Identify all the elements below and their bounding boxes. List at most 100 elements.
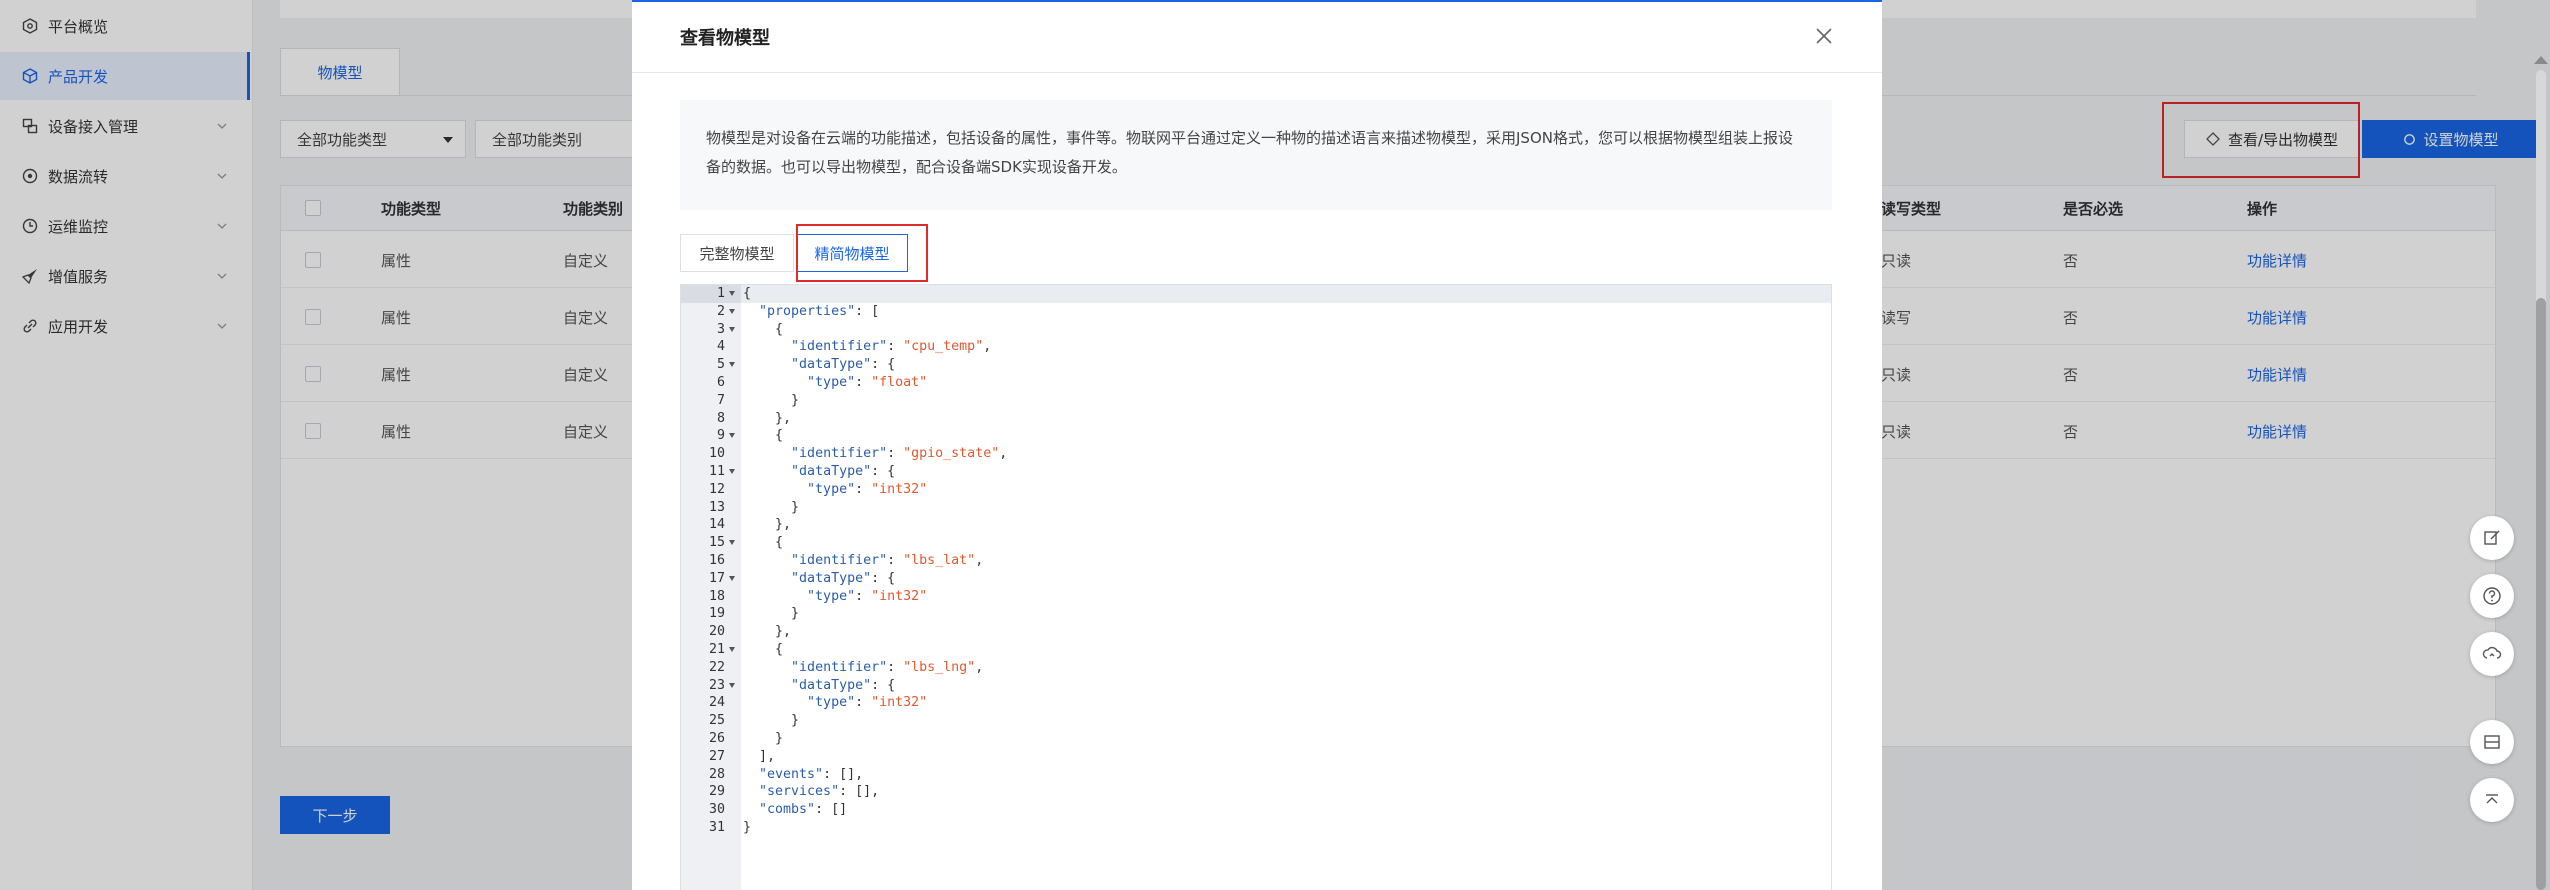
fold-arrow-icon[interactable] xyxy=(729,540,735,546)
back-to-top-icon xyxy=(2486,794,2498,804)
code-line: 2 "properties": [ xyxy=(681,303,1831,321)
description-line-2: 备的数据。也可以导出物模型，配合设备端SDK实现设备开发。 xyxy=(706,158,1127,176)
line-number: 3 xyxy=(716,321,725,337)
line-number: 11 xyxy=(708,464,725,479)
code-line: 6 "type": "float" xyxy=(681,374,1831,392)
line-number: 10 xyxy=(708,446,725,462)
line-number: 29 xyxy=(708,784,725,800)
code-line: 19 } xyxy=(681,605,1831,623)
line-number: 31 xyxy=(708,820,725,835)
help-tool-button[interactable] xyxy=(2470,574,2514,618)
line-number: 13 xyxy=(708,499,725,515)
code-text: "type": "int32" xyxy=(807,695,928,711)
line-number: 12 xyxy=(708,481,725,497)
code-line: 24 "type": "int32" xyxy=(681,694,1831,712)
code-text: }, xyxy=(743,624,792,640)
code-line: 4 "identifier": "cpu_temp", xyxy=(681,338,1831,356)
code-line: 12 "type": "int32" xyxy=(681,481,1831,499)
view-model-modal: 查看物模型 物模型是对设备在云端的功能描述，包括设备的属性，事件等。物联网平台通… xyxy=(632,0,1882,890)
code-line: 17 "dataType": { xyxy=(681,570,1831,588)
code-line: 15 { xyxy=(681,534,1831,552)
fold-arrow-icon[interactable] xyxy=(729,326,735,332)
code-line: 30 "combs": [] xyxy=(681,801,1831,819)
description-line-1: 物模型是对设备在云端的功能描述，包括设备的属性，事件等。物联网平台通过定义一种物… xyxy=(706,129,1793,147)
line-number: 6 xyxy=(716,375,725,390)
code-line: 3 { xyxy=(681,321,1831,339)
line-number: 19 xyxy=(708,606,725,622)
code-line: 26 } xyxy=(681,730,1831,748)
line-number: 7 xyxy=(716,392,725,408)
help-icon xyxy=(2483,587,2501,605)
line-number: 1 xyxy=(716,286,725,301)
code-text: "type": "int32" xyxy=(807,481,928,497)
line-number: 22 xyxy=(708,659,725,675)
line-number: 30 xyxy=(708,802,725,818)
code-line: 13 } xyxy=(681,499,1831,517)
panel-tool-button[interactable] xyxy=(2470,720,2514,764)
line-number: 16 xyxy=(708,553,725,568)
fold-arrow-icon[interactable] xyxy=(729,291,735,296)
scroll-up-arrow[interactable] xyxy=(2534,56,2548,64)
code-text: "dataType": { xyxy=(791,677,896,693)
highlight-box-simple-tab xyxy=(796,224,928,282)
code-text: "type": "float" xyxy=(807,375,928,390)
line-number: 4 xyxy=(716,339,725,355)
fold-arrow-icon[interactable] xyxy=(729,469,735,474)
fold-arrow-icon[interactable] xyxy=(729,308,735,314)
code-line: 16 "identifier": "lbs_lat", xyxy=(681,552,1831,570)
code-text: }, xyxy=(743,517,792,533)
json-code-editor[interactable]: 1{2 "properties": [3 {4 "identifier": "c… xyxy=(680,284,1832,890)
code-line: 9 { xyxy=(681,427,1831,445)
panel-icon xyxy=(2484,735,2500,749)
fold-arrow-icon[interactable] xyxy=(729,575,735,581)
cloud-tool-button[interactable] xyxy=(2470,632,2514,676)
code-line: 8 }, xyxy=(681,410,1831,428)
code-text: } xyxy=(743,713,800,729)
code-line: 5 "dataType": { xyxy=(681,356,1831,374)
line-number: 8 xyxy=(716,410,725,426)
code-line: 23 "dataType": { xyxy=(681,677,1831,695)
code-text: "services": [], xyxy=(759,784,880,800)
code-text: "dataType": { xyxy=(791,464,896,479)
fold-arrow-icon[interactable] xyxy=(729,682,735,688)
code-line: 14 }, xyxy=(681,516,1831,534)
code-text: { xyxy=(743,642,784,657)
fold-arrow-icon[interactable] xyxy=(729,433,735,439)
line-number: 24 xyxy=(708,695,725,711)
code-text: ], xyxy=(743,748,776,764)
tab-full-model[interactable]: 完整物模型 xyxy=(680,234,794,272)
code-line: 20 }, xyxy=(681,623,1831,641)
code-text: "properties": [ xyxy=(759,303,880,319)
line-number: 5 xyxy=(716,357,725,373)
back-to-top-button[interactable] xyxy=(2470,778,2514,822)
line-number: 26 xyxy=(708,731,725,746)
code-text: "combs": [] xyxy=(759,802,848,818)
line-number: 25 xyxy=(708,713,725,729)
line-number: 2 xyxy=(716,303,725,319)
code-line: 7 } xyxy=(681,392,1831,410)
code-line: 31} xyxy=(681,819,1831,837)
code-line: 28 "events": [], xyxy=(681,766,1831,784)
edit-tool-button[interactable] xyxy=(2470,516,2514,560)
model-description: 物模型是对设备在云端的功能描述，包括设备的属性，事件等。物联网平台通过定义一种物… xyxy=(680,100,1832,210)
cloud-icon xyxy=(2482,646,2502,659)
line-number: 14 xyxy=(708,517,725,533)
code-line: 29 "services": [], xyxy=(681,783,1831,801)
code-text: } xyxy=(743,820,752,835)
code-text: { xyxy=(743,428,784,444)
fold-arrow-icon[interactable] xyxy=(729,362,735,368)
code-line: 11 "dataType": { xyxy=(681,463,1831,481)
code-text: "events": [], xyxy=(759,766,864,782)
code-text: { xyxy=(743,286,752,301)
code-text: } xyxy=(743,499,800,515)
scrollbar-thumb[interactable] xyxy=(2536,298,2546,890)
close-icon[interactable] xyxy=(1812,24,1836,48)
modal-header: 查看物模型 xyxy=(632,2,1882,73)
line-number: 9 xyxy=(716,428,725,444)
fold-arrow-icon[interactable] xyxy=(729,647,735,652)
code-text: "identifier": "lbs_lng", xyxy=(791,659,984,675)
code-line: 27 ], xyxy=(681,748,1831,766)
code-text: } xyxy=(743,606,800,622)
code-text: "dataType": { xyxy=(791,570,896,586)
modal-title: 查看物模型 xyxy=(680,28,770,49)
